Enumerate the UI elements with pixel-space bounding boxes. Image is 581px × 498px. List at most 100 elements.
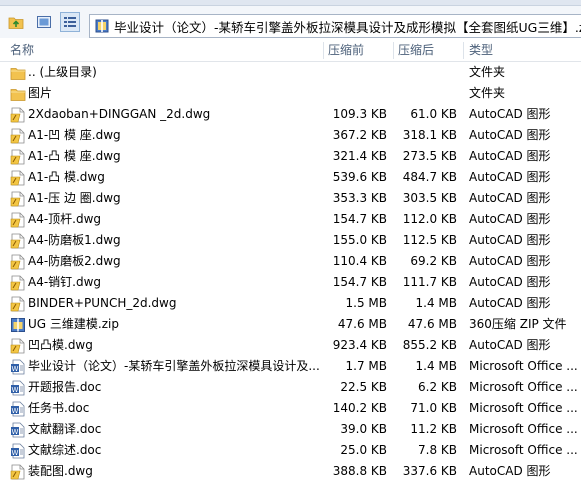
thumbnail-view-icon: [37, 16, 51, 28]
dwg-icon: [10, 191, 26, 207]
file-packed-size: 7.8 KB: [418, 443, 457, 457]
dwg-icon: [10, 128, 26, 144]
file-size: 367.2 KB: [332, 128, 387, 142]
file-type: 文件夹: [469, 86, 506, 100]
file-row[interactable]: W 毕业设计（论文）-某轿车引擎盖外板拉深模具设计及... 1.7 MB 1.4 MB…: [0, 356, 581, 377]
file-type: Microsoft Office ...: [469, 380, 578, 394]
file-row[interactable]: A4-防磨板1.dwg 155.0 KB 112.5 KB AutoCAD 图形: [0, 230, 581, 251]
file-size: 22.5 KB: [340, 380, 387, 394]
svg-text:W: W: [12, 365, 19, 373]
file-name: BINDER+PUNCH_2d.dwg: [28, 296, 177, 310]
file-type: Microsoft Office ...: [469, 401, 578, 415]
dwg-icon: [10, 212, 26, 228]
doc-icon: W: [10, 380, 26, 396]
file-row[interactable]: 图片 文件夹: [0, 83, 581, 104]
file-size: 923.4 KB: [332, 338, 387, 352]
file-name: A1-凹 模 座.dwg: [28, 128, 121, 142]
doc-icon: W: [10, 443, 26, 459]
file-row[interactable]: A1-压 边 圈.dwg 353.3 KB 303.5 KB AutoCAD 图形: [0, 188, 581, 209]
column-type[interactable]: 类型: [469, 40, 493, 61]
file-name: A1-压 边 圈.dwg: [28, 191, 121, 205]
file-type: AutoCAD 图形: [469, 296, 551, 310]
file-type: Microsoft Office ...: [469, 422, 578, 436]
file-type: AutoCAD 图形: [469, 128, 551, 142]
file-name: 装配图.dwg: [28, 464, 93, 478]
address-bar[interactable]: 毕业设计（论文）-某轿车引擎盖外板拉深模具设计及成形模拟【全套图纸UG三维】.z…: [89, 14, 581, 38]
svg-text:W: W: [12, 449, 19, 457]
file-row[interactable]: W 开题报告.doc 22.5 KB 6.2 KB Microsoft Office .…: [0, 377, 581, 398]
file-row[interactable]: BINDER+PUNCH_2d.dwg 1.5 MB 1.4 MB AutoCAD 图…: [0, 293, 581, 314]
file-row[interactable]: W 文献翻译.doc 39.0 KB 11.2 KB Microsoft Office …: [0, 419, 581, 440]
file-packed-size: 112.5 KB: [402, 233, 457, 247]
details-view-button[interactable]: [60, 12, 80, 32]
file-packed-size: 318.1 KB: [402, 128, 457, 142]
file-size: 109.3 KB: [332, 107, 387, 121]
file-row[interactable]: 2Xdaoban+DINGGAN _2d.dwg 109.3 KB 61.0 KB A…: [0, 104, 581, 125]
file-packed-size: 71.0 KB: [410, 401, 457, 415]
doc-icon: W: [10, 359, 26, 375]
file-row[interactable]: W 文献综述.doc 25.0 KB 7.8 KB Microsoft Office .…: [0, 440, 581, 461]
file-name: A1-凸 模 座.dwg: [28, 149, 121, 163]
file-name: 2Xdaoban+DINGGAN _2d.dwg: [28, 107, 211, 121]
file-row[interactable]: 凹凸模.dwg 923.4 KB 855.2 KB AutoCAD 图形: [0, 335, 581, 356]
file-size: 39.0 KB: [340, 422, 387, 436]
file-row[interactable]: A1-凸 模 座.dwg 321.4 KB 273.5 KB AutoCAD 图形: [0, 146, 581, 167]
column-divider[interactable]: [323, 42, 324, 59]
dwg-icon: [10, 233, 26, 249]
file-row[interactable]: A4-防磨板2.dwg 110.4 KB 69.2 KB AutoCAD 图形: [0, 251, 581, 272]
dwg-icon: [10, 296, 26, 312]
up-folder-button[interactable]: [6, 12, 26, 32]
zip-icon: [10, 317, 26, 333]
file-packed-size: 6.2 KB: [418, 380, 457, 394]
file-size: 353.3 KB: [332, 191, 387, 205]
file-packed-size: 337.6 KB: [402, 464, 457, 478]
file-name: .. (上级目录): [28, 65, 97, 79]
file-packed-size: 484.7 KB: [402, 170, 457, 184]
file-list: .. (上级目录) 文件夹 图片 文件夹 2Xdaoban+DINGGAN _2d.dw…: [0, 62, 581, 482]
file-size: 154.7 KB: [332, 275, 387, 289]
svg-text:W: W: [12, 428, 19, 436]
file-type: AutoCAD 图形: [469, 170, 551, 184]
file-size: 140.2 KB: [332, 401, 387, 415]
file-type: Microsoft Office ...: [469, 359, 578, 373]
column-size[interactable]: 压缩前: [328, 40, 364, 61]
file-row[interactable]: A1-凹 模 座.dwg 367.2 KB 318.1 KB AutoCAD 图形: [0, 125, 581, 146]
toolbar: 毕业设计（论文）-某轿车引擎盖外板拉深模具设计及成形模拟【全套图纸UG三维】.z…: [0, 6, 581, 38]
file-row[interactable]: A4-顶杆.dwg 154.7 KB 112.0 KB AutoCAD 图形: [0, 209, 581, 230]
file-packed-size: 1.4 MB: [415, 359, 457, 373]
file-type: Microsoft Office ...: [469, 443, 578, 457]
file-row[interactable]: A1-凸 模.dwg 539.6 KB 484.7 KB AutoCAD 图形: [0, 167, 581, 188]
column-divider[interactable]: [393, 42, 394, 59]
file-type: AutoCAD 图形: [469, 212, 551, 226]
address-path: 毕业设计（论文）-某轿车引擎盖外板拉深模具设计及成形模拟【全套图纸UG三维】.z…: [114, 19, 581, 35]
file-name: 毕业设计（论文）-某轿车引擎盖外板拉深模具设计及...: [28, 359, 320, 373]
thumbnail-view-button[interactable]: [34, 12, 54, 32]
column-divider[interactable]: [463, 42, 464, 59]
file-type: 文件夹: [469, 65, 506, 79]
file-row[interactable]: UG 三维建模.zip 47.6 MB 47.6 MB 360压缩 ZIP 文件: [0, 314, 581, 335]
column-packed[interactable]: 压缩后: [398, 40, 434, 61]
file-size: 321.4 KB: [332, 149, 387, 163]
file-name: 凹凸模.dwg: [28, 338, 93, 352]
file-size: 388.8 KB: [332, 464, 387, 478]
file-size: 539.6 KB: [332, 170, 387, 184]
file-row[interactable]: W 任务书.doc 140.2 KB 71.0 KB Microsoft Office …: [0, 398, 581, 419]
file-packed-size: 1.4 MB: [415, 296, 457, 310]
file-type: AutoCAD 图形: [469, 464, 551, 478]
folder-icon: [10, 86, 26, 102]
column-name[interactable]: 名称: [10, 40, 34, 61]
dwg-icon: [10, 107, 26, 123]
dwg-icon: [10, 338, 26, 354]
file-row[interactable]: .. (上级目录) 文件夹: [0, 62, 581, 83]
file-size: 1.7 MB: [345, 359, 387, 373]
doc-icon: W: [10, 401, 26, 417]
file-row[interactable]: 装配图.dwg 388.8 KB 337.6 KB AutoCAD 图形: [0, 461, 581, 482]
file-packed-size: 112.0 KB: [402, 212, 457, 226]
file-type: AutoCAD 图形: [469, 338, 551, 352]
dwg-icon: [10, 149, 26, 165]
file-name: 开题报告.doc: [28, 380, 102, 394]
details-view-icon: [64, 17, 76, 27]
folder-icon: [10, 65, 26, 81]
file-row[interactable]: A4-销钉.dwg 154.7 KB 111.7 KB AutoCAD 图形: [0, 272, 581, 293]
file-type: AutoCAD 图形: [469, 254, 551, 268]
